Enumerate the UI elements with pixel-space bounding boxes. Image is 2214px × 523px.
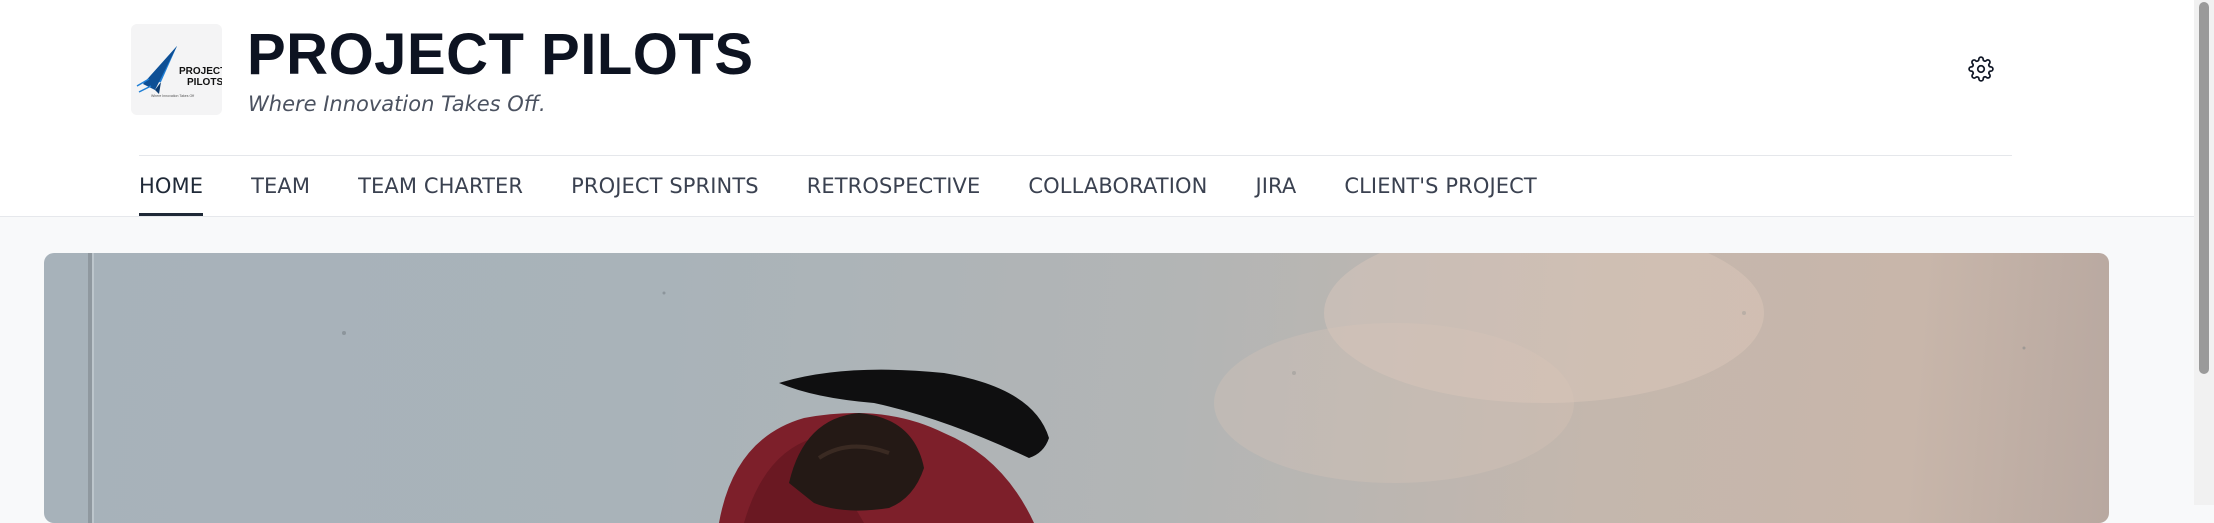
nav-item-collaboration[interactable]: COLLABORATION	[1028, 160, 1207, 216]
nav-item-project-sprints[interactable]: PROJECT SPRINTS	[571, 160, 759, 216]
scrollbar-thumb[interactable]	[2199, 2, 2209, 374]
site-logo[interactable]: PROJECT PILOTS Where Innovation Takes Of…	[131, 24, 222, 115]
header-divider	[139, 155, 2012, 156]
nav-item-jira[interactable]: JIRA	[1255, 160, 1296, 216]
site-title[interactable]: PROJECT PILOTS	[247, 20, 754, 90]
nav-item-retrospective[interactable]: RETROSPECTIVE	[807, 160, 981, 216]
site-tagline: Where Innovation Takes Off.	[248, 92, 546, 116]
logo-text-line2: PILOTS	[187, 77, 222, 88]
gear-icon[interactable]	[1968, 56, 1994, 82]
logo-subtext: Where Innovation Takes Off	[151, 94, 194, 98]
hero-image	[44, 253, 2109, 523]
logo-text-line1: PROJECT	[179, 66, 222, 77]
paper-plane-icon: PROJECT PILOTS Where Innovation Takes Of…	[136, 46, 222, 98]
main-nav: HOME TEAM TEAM CHARTER PROJECT SPRINTS R…	[139, 160, 1585, 216]
site-header: PROJECT PILOTS Where Innovation Takes Of…	[0, 0, 2194, 217]
nav-item-team-charter[interactable]: TEAM CHARTER	[358, 160, 523, 216]
nav-item-clients-project[interactable]: CLIENT'S PROJECT	[1344, 160, 1536, 216]
nav-item-home[interactable]: HOME	[139, 160, 204, 216]
nav-item-team[interactable]: TEAM	[251, 160, 310, 216]
